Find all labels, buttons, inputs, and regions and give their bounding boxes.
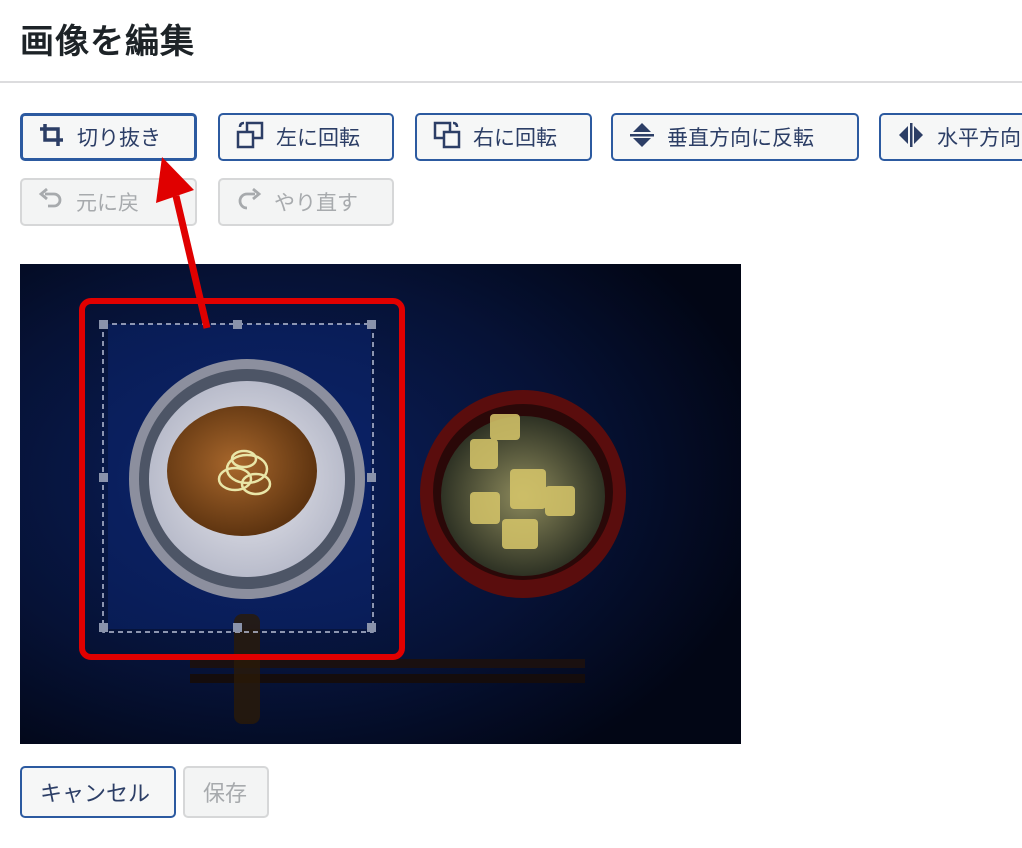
save-button[interactable]: 保存 (183, 766, 269, 818)
crop-icon (39, 123, 65, 152)
page-title: 画像を編集 (20, 22, 195, 62)
image-canvas[interactable] (20, 264, 741, 744)
rotate-right-label: 右に回転 (473, 126, 557, 150)
redo-icon (236, 187, 262, 217)
redo-label: やり直す (274, 191, 358, 215)
cancel-label: キャンセル (40, 782, 151, 807)
flip-horizontal-icon (897, 122, 925, 153)
rotate-left-label: 左に回転 (276, 126, 360, 150)
cancel-button[interactable]: キャンセル (20, 766, 176, 818)
flip-vertical-label: 垂直方向に反転 (667, 126, 814, 150)
crop-label: 切り抜き (77, 126, 161, 150)
rotate-right-icon (433, 121, 461, 154)
undo-button[interactable]: 元に戻 (20, 178, 197, 226)
rotate-left-button[interactable]: 左に回転 (218, 113, 394, 161)
header-divider (0, 81, 1022, 83)
save-label: 保存 (203, 782, 248, 807)
food-photo (20, 264, 741, 744)
flip-vertical-button[interactable]: 垂直方向に反転 (611, 113, 859, 161)
redo-button[interactable]: やり直す (218, 178, 394, 226)
undo-label: 元に戻 (76, 191, 139, 215)
crop-button[interactable]: 切り抜き (20, 113, 197, 161)
flip-vertical-icon (629, 121, 655, 154)
rotate-right-button[interactable]: 右に回転 (415, 113, 592, 161)
undo-icon (38, 187, 64, 217)
flip-horizontal-label: 水平方向 (937, 126, 1021, 150)
flip-horizontal-button[interactable]: 水平方向 (879, 113, 1022, 161)
rotate-left-icon (236, 121, 264, 154)
